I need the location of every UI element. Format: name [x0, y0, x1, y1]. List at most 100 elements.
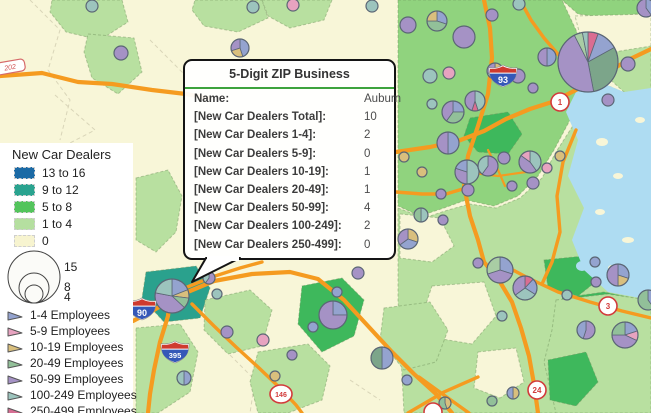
pie-wedge-icon: [7, 391, 23, 400]
legend-wedge-row: 100-249 Employees: [0, 387, 137, 403]
legend-class-row: 9 to 12: [0, 181, 133, 198]
pie-chart-symbol[interactable]: [426, 10, 448, 32]
pie-chart-symbol[interactable]: [230, 38, 250, 58]
pie-chart-symbol[interactable]: [351, 266, 365, 280]
pie-chart-symbol[interactable]: [497, 151, 511, 165]
pie-chart-symbol[interactable]: [269, 370, 281, 382]
pie-chart-symbol[interactable]: [437, 214, 449, 226]
pie-wedge-icon: [7, 327, 23, 336]
pie-chart-symbol[interactable]: [422, 68, 438, 84]
pie-chart-symbol[interactable]: [397, 228, 419, 250]
pie-chart-symbol[interactable]: [636, 0, 651, 18]
legend-title: New Car Dealers: [12, 147, 111, 162]
legend-wedge-label: 100-249 Employees: [30, 388, 137, 402]
pie-chart-symbol[interactable]: [554, 150, 566, 162]
pie-chart-symbol[interactable]: [512, 275, 538, 301]
pie-chart-symbol[interactable]: [416, 166, 428, 178]
pie-chart-symbol[interactable]: [370, 346, 394, 370]
pie-chart-symbol[interactable]: [211, 288, 223, 300]
legend-class-label: 1 to 4: [42, 216, 73, 231]
legend-class-swatch: [14, 234, 35, 247]
pie-chart-symbol[interactable]: [286, 349, 298, 361]
legend-wedge-label: 20-49 Employees: [30, 356, 124, 370]
pie-chart-symbol[interactable]: [526, 176, 540, 190]
pie-chart-symbol[interactable]: [246, 0, 260, 14]
pie-chart-symbol[interactable]: [590, 276, 602, 288]
route-shield-1: 1: [550, 92, 570, 112]
pie-chart-symbol[interactable]: [537, 47, 557, 67]
pie-chart-symbol[interactable]: [506, 386, 520, 400]
pie-chart-symbol[interactable]: [601, 93, 615, 107]
pie-chart-symbol[interactable]: [486, 395, 498, 407]
pie-chart-symbol[interactable]: [606, 263, 630, 287]
pie-chart-symbol[interactable]: [454, 159, 480, 185]
legend-size-label: 4: [64, 290, 71, 304]
pie-chart-symbol[interactable]: [464, 90, 486, 112]
pie-chart-symbol[interactable]: [220, 325, 234, 339]
pie-chart-symbol[interactable]: [486, 256, 514, 284]
legend-class-swatch: [14, 166, 35, 179]
pie-chart-symbol[interactable]: [176, 370, 192, 386]
legend-class-row: 13 to 16: [0, 164, 133, 181]
svg-text:395: 395: [169, 351, 182, 360]
pie-chart-symbol[interactable]: [611, 321, 639, 349]
legend-wedge-row: 5-9 Employees: [0, 323, 133, 339]
pie-chart-symbol[interactable]: [365, 0, 379, 13]
pie-chart-symbol[interactable]: [576, 320, 596, 340]
pie-chart-symbol[interactable]: [307, 321, 319, 333]
pie-chart-symbol[interactable]: [472, 257, 484, 269]
pie-chart-symbol[interactable]: [399, 16, 417, 34]
pie-chart-symbol[interactable]: [506, 180, 518, 192]
legend-class-label: 9 to 12: [42, 182, 79, 197]
popup-row-label: [New Car Dealers 100-249]:: [194, 220, 342, 233]
island: [622, 237, 634, 243]
popup-row-value: 1: [364, 165, 371, 178]
pie-chart-symbol[interactable]: [413, 207, 429, 223]
popup-row-value: 10: [364, 111, 377, 124]
pie-chart-symbol[interactable]: [436, 131, 460, 155]
pie-chart-symbol[interactable]: [435, 188, 447, 200]
pie-chart-symbol[interactable]: [518, 150, 542, 174]
pie-chart-symbol[interactable]: [527, 82, 539, 94]
legend-class-row: 5 to 8: [0, 198, 133, 215]
pie-chart-symbol[interactable]: [441, 100, 465, 124]
legend-wedge-label: 10-19 Employees: [30, 340, 124, 354]
pie-chart-symbol[interactable]: [620, 56, 636, 72]
pie-wedge-icon: [7, 311, 23, 320]
popup-row: Name: Auburn: [194, 93, 401, 111]
pie-chart-symbol[interactable]: [398, 151, 410, 163]
pie-chart-symbol[interactable]: [461, 183, 475, 197]
pie-chart-symbol[interactable]: [512, 0, 526, 11]
popup-row-value: 0: [364, 147, 371, 160]
pie-chart-symbol[interactable]: [485, 8, 499, 22]
pie-chart-symbol[interactable]: [589, 256, 601, 268]
pie-chart-symbol[interactable]: [256, 333, 270, 347]
pie-chart-symbol[interactable]: [286, 0, 300, 12]
pie-chart-symbol[interactable]: [318, 300, 348, 330]
pie-chart-symbol[interactable]: [113, 45, 129, 61]
pie-chart-symbol[interactable]: [477, 155, 499, 177]
pie-chart-symbol[interactable]: [452, 25, 476, 49]
pie-chart-symbol[interactable]: [541, 162, 553, 174]
popup-row-value: 4: [364, 202, 371, 215]
legend-size-circle: [24, 284, 44, 304]
map-application-window: 2 0 2 90 395 146 93 1 3 24 New Car Dealers 13 to …: [0, 0, 651, 413]
pie-chart-symbol[interactable]: [85, 0, 99, 13]
popup-row-value: 0: [364, 238, 371, 251]
pie-chart-symbol[interactable]: [442, 66, 456, 80]
pie-chart-symbol[interactable]: [401, 374, 413, 386]
pie-chart-symbol[interactable]: [426, 98, 438, 110]
popup-title: 5-Digit ZIP Business: [229, 67, 350, 81]
pie-wedge-icon: [7, 359, 23, 368]
legend-class-swatch: [14, 183, 35, 196]
pie-chart-symbol[interactable]: [557, 31, 619, 93]
pie-chart-symbol[interactable]: [331, 286, 343, 298]
route-shield-24: 24: [527, 380, 547, 400]
svg-text:146: 146: [275, 392, 287, 399]
popup-row: [New Car Dealers 5-9]: 0: [194, 148, 385, 166]
pie-chart-symbol[interactable]: [154, 278, 190, 314]
island: [596, 138, 608, 146]
pie-chart-symbol[interactable]: [561, 289, 573, 301]
legend-wedge-row: 10-19 Employees: [0, 339, 133, 355]
pie-chart-symbol[interactable]: [496, 310, 508, 322]
